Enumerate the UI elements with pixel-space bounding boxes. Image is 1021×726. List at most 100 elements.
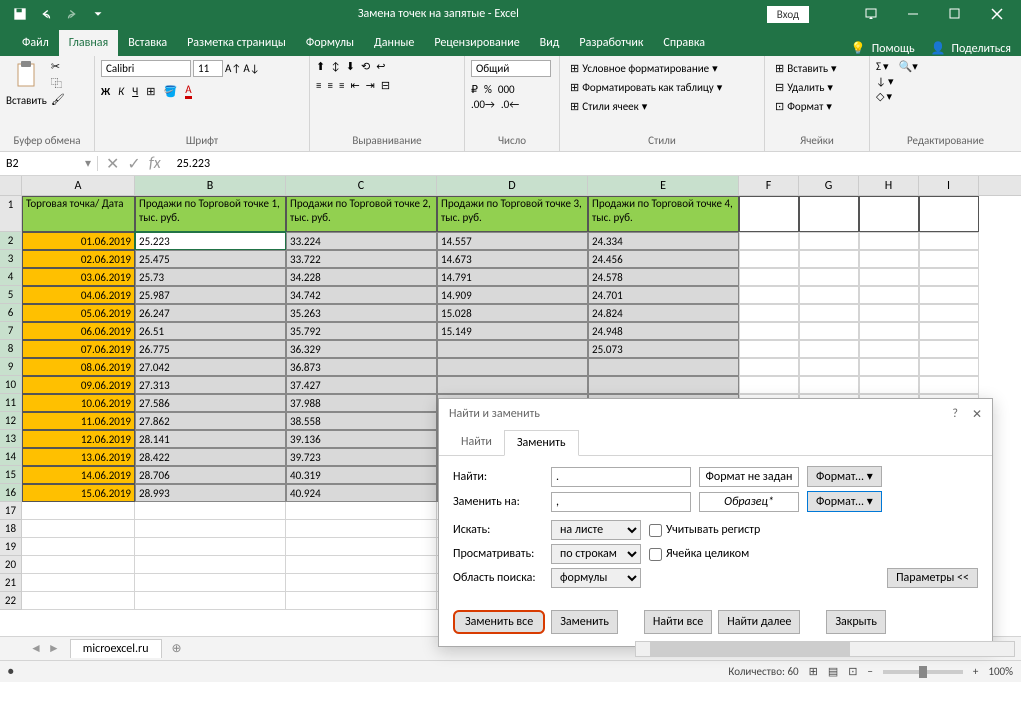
tab-review[interactable]: Рецензирование (424, 30, 529, 56)
orientation-icon[interactable]: ⟲ (361, 60, 370, 73)
share-label[interactable]: Поделиться (952, 42, 1011, 56)
row-head-21[interactable]: 21 (0, 574, 22, 592)
wrap-text-icon[interactable]: ↩ (376, 60, 385, 73)
tab-data[interactable]: Данные (364, 30, 424, 56)
align-right-icon[interactable]: ≡ (339, 79, 344, 92)
share-icon[interactable]: 👤 (931, 41, 946, 56)
close-button[interactable]: Закрыть (826, 610, 886, 634)
col-head-F[interactable]: F (739, 176, 799, 195)
font-color-icon[interactable]: А (185, 83, 191, 99)
new-sheet-icon[interactable]: ⊕ (172, 641, 182, 656)
name-box[interactable]: B2▾ (0, 156, 98, 171)
formula-input[interactable]: 25.223 (169, 157, 1021, 171)
row-head-6[interactable]: 6 (0, 304, 22, 322)
row-head-22[interactable]: 22 (0, 592, 22, 610)
undo-icon[interactable] (34, 2, 58, 26)
row-head-17[interactable]: 17 (0, 502, 22, 520)
currency-icon[interactable]: ₽ (471, 83, 478, 96)
row-head-10[interactable]: 10 (0, 376, 22, 394)
copy-icon[interactable]: ⿻ (51, 75, 65, 91)
enter-formula-icon[interactable]: ✓ (127, 154, 140, 174)
row-head-15[interactable]: 15 (0, 466, 22, 484)
replace-input[interactable] (551, 492, 691, 512)
close-icon[interactable] (977, 0, 1017, 28)
underline-button[interactable]: Ч (132, 85, 138, 98)
tellme-icon[interactable]: 💡 (851, 41, 866, 56)
align-bottom-icon[interactable]: ⬇ (346, 60, 355, 73)
row-head-3[interactable]: 3 (0, 250, 22, 268)
comma-icon[interactable]: 000 (498, 83, 515, 96)
format-cells-button[interactable]: ⊡Формат▾ (771, 98, 836, 115)
row-head-14[interactable]: 14 (0, 448, 22, 466)
row-head-5[interactable]: 5 (0, 286, 22, 304)
insert-cells-button[interactable]: ⊞Вставить▾ (771, 60, 841, 77)
number-format-select[interactable]: Общий (471, 60, 551, 77)
tab-home[interactable]: Главная (59, 30, 118, 56)
indent-increase-icon[interactable]: ⇥ (366, 79, 375, 92)
col-head-I[interactable]: I (919, 176, 979, 195)
row-head-7[interactable]: 7 (0, 322, 22, 340)
look-in-select[interactable]: формулы (551, 568, 641, 588)
row-head-1[interactable]: 1 (0, 196, 22, 232)
save-icon[interactable] (8, 2, 32, 26)
dialog-close-icon[interactable]: ✕ (972, 407, 982, 422)
zoom-in-icon[interactable]: + (973, 665, 978, 678)
minimize-icon[interactable] (893, 0, 933, 28)
bold-button[interactable]: Ж (101, 85, 110, 98)
italic-button[interactable]: К (118, 85, 124, 98)
sheet-prev-icon[interactable]: ◄ (30, 641, 42, 656)
horizontal-scrollbar[interactable] (635, 641, 1015, 657)
paste-button[interactable]: Вставить (6, 94, 47, 107)
login-button[interactable]: Вход (767, 6, 809, 23)
align-center-icon[interactable]: ≡ (327, 79, 332, 92)
redo-icon[interactable] (60, 2, 84, 26)
increase-decimal-icon[interactable]: .00→ (471, 98, 495, 111)
match-case-checkbox[interactable] (649, 524, 662, 537)
find-next-button[interactable]: Найти далее (718, 610, 800, 634)
col-head-C[interactable]: C (286, 176, 437, 195)
dialog-tab-find[interactable]: Найти (449, 430, 504, 455)
row-head-12[interactable]: 12 (0, 412, 22, 430)
autosum-icon[interactable]: Σ (876, 60, 881, 73)
replace-format-button[interactable]: Формат... ▾ (807, 491, 882, 512)
qat-dropdown-icon[interactable] (86, 2, 110, 26)
fill-color-icon[interactable]: 🪣 (164, 85, 178, 98)
search-by-select[interactable]: по строкам (551, 544, 641, 564)
row-head-4[interactable]: 4 (0, 268, 22, 286)
row-head-18[interactable]: 18 (0, 520, 22, 538)
search-within-select[interactable]: на листе (551, 520, 641, 540)
font-name-select[interactable]: Calibri (101, 60, 191, 77)
tab-layout[interactable]: Разметка страницы (177, 30, 296, 56)
row-head-9[interactable]: 9 (0, 358, 22, 376)
replace-button[interactable]: Заменить (551, 610, 618, 634)
row-head-13[interactable]: 13 (0, 430, 22, 448)
zoom-slider[interactable] (883, 670, 963, 674)
tellme-label[interactable]: Помощь (872, 42, 915, 56)
tab-help[interactable]: Справка (653, 30, 715, 56)
merge-icon[interactable]: ⊟ (381, 79, 390, 92)
find-format-button[interactable]: Формат... ▾ (807, 466, 882, 487)
col-head-B[interactable]: B (135, 176, 286, 195)
cell-styles-button[interactable]: ⊞Стили ячеек▾ (566, 98, 651, 115)
row-head-19[interactable]: 19 (0, 538, 22, 556)
zoom-level[interactable]: 100% (988, 665, 1013, 678)
whole-cell-checkbox[interactable] (649, 548, 662, 561)
tab-view[interactable]: Вид (530, 30, 570, 56)
format-as-table-button[interactable]: ⊞Форматировать как таблицу▾ (566, 79, 726, 96)
conditional-formatting-button[interactable]: ⊞Условное форматирование▾ (566, 60, 722, 77)
format-painter-icon[interactable]: 🖌 (51, 93, 65, 106)
sheet-tab[interactable]: microexcel.ru (70, 639, 162, 658)
options-button[interactable]: Параметры << (887, 568, 978, 588)
col-head-H[interactable]: H (859, 176, 919, 195)
view-pagebreak-icon[interactable]: ⊡ (848, 665, 857, 678)
row-head-20[interactable]: 20 (0, 556, 22, 574)
tab-insert[interactable]: Вставка (118, 30, 177, 56)
cut-icon[interactable]: ✂ (51, 60, 65, 73)
view-normal-icon[interactable]: ⊞ (809, 665, 818, 678)
decrease-font-icon[interactable]: A↓ (243, 62, 259, 75)
maximize-icon[interactable] (935, 0, 975, 28)
select-all-corner[interactable] (0, 176, 22, 195)
row-head-16[interactable]: 16 (0, 484, 22, 502)
row-head-8[interactable]: 8 (0, 340, 22, 358)
col-head-G[interactable]: G (799, 176, 859, 195)
